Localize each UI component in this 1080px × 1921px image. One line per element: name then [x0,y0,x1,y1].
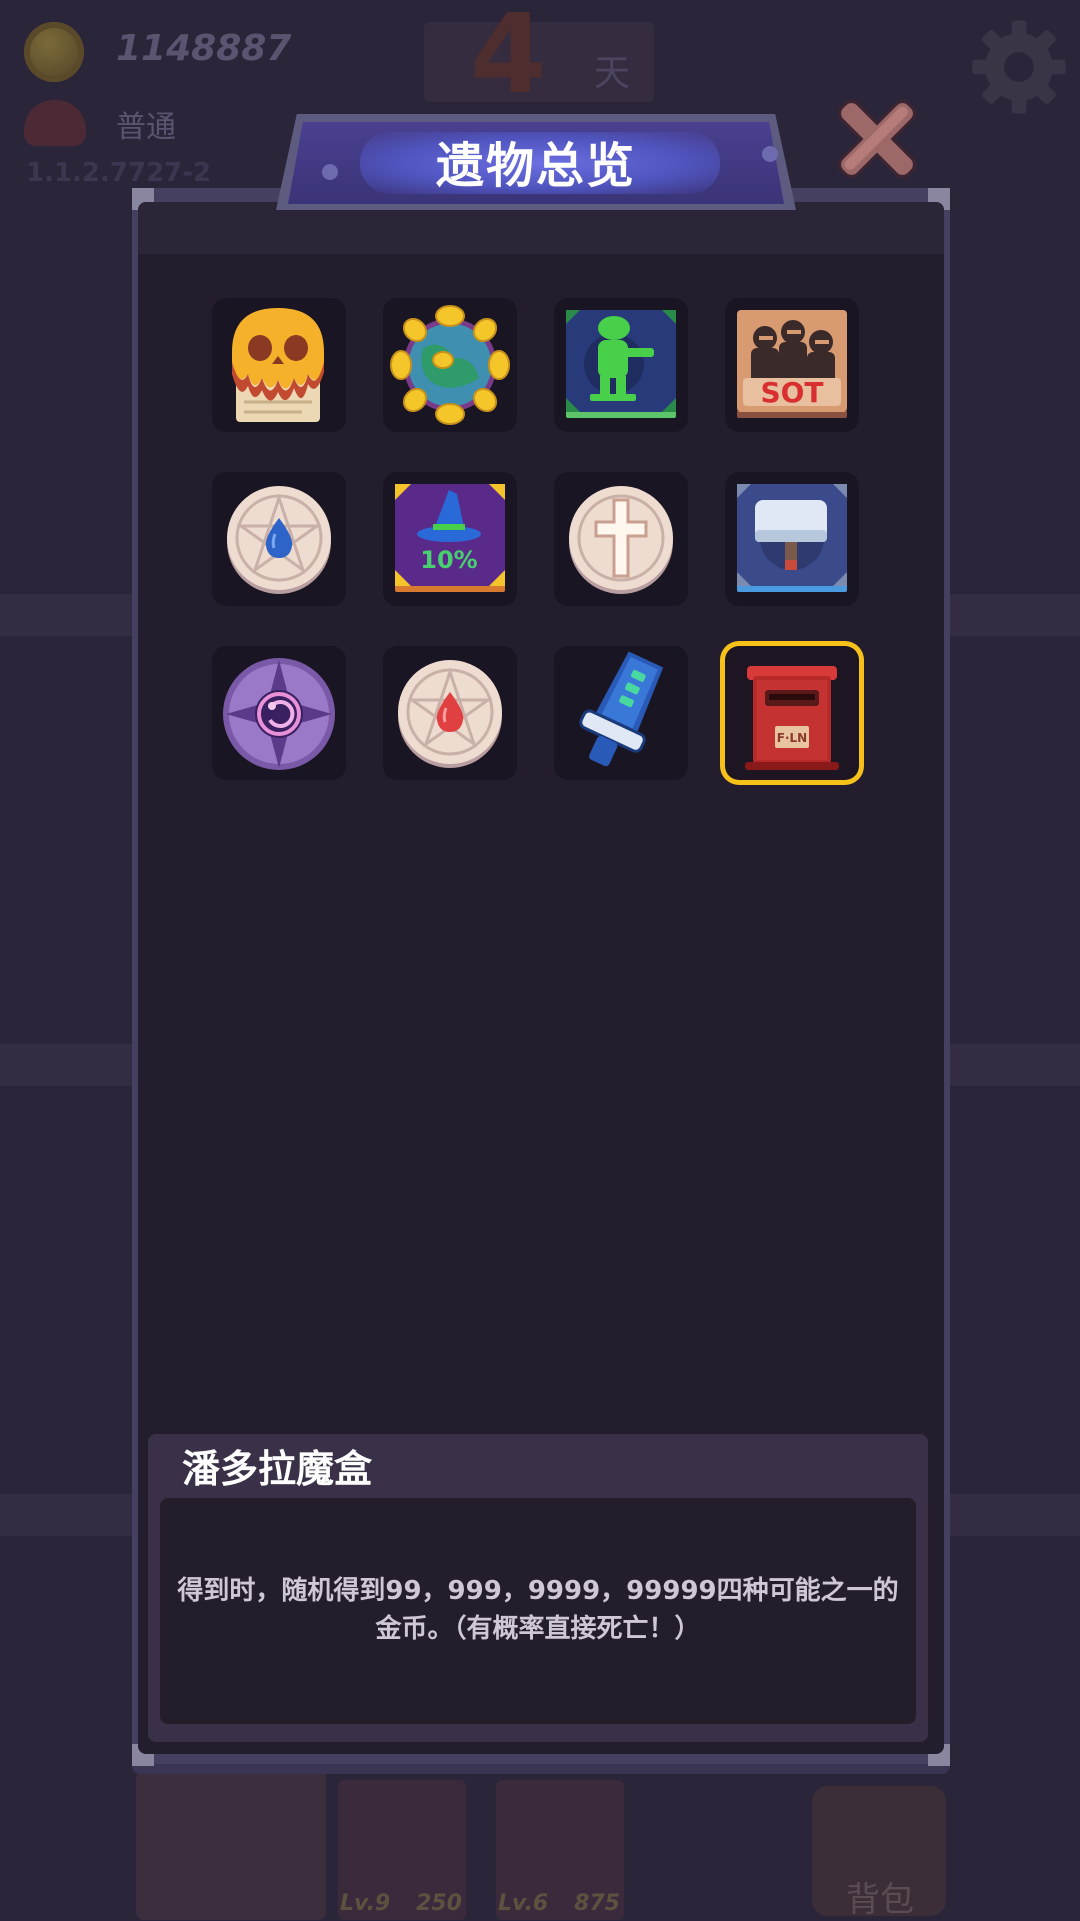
relic-slot-selected[interactable]: F·LN [725,646,859,780]
relic-name: 潘多拉魔盒 [182,1447,373,1491]
coin-icon [24,22,84,82]
relic-slot[interactable] [212,646,346,780]
relic-slot[interactable] [212,472,346,606]
relic-slot[interactable] [554,646,688,780]
purple-eye-compass-icon [223,658,335,770]
relic-slot[interactable] [212,298,346,432]
slot-level: Lv.6 [498,1891,549,1916]
day-unit: 天 [594,53,631,94]
sot-gang-book-icon: SOT [737,310,847,418]
spiky-gem-orb-icon [390,305,510,425]
holy-cross-disc-icon [569,486,673,594]
slot-cost: 875 [574,1891,620,1916]
slot-cost: 250 [416,1891,462,1916]
relic-slot[interactable]: 10% [383,472,517,606]
svg-text:SOT: SOT [760,376,823,409]
dialog-title: 遗物总览 [435,138,636,194]
red-drop-pentagram-disc-icon [398,660,502,768]
hammer-book-icon [737,484,847,592]
difficulty-label: 普通 [116,110,176,145]
version-label: 1.1.2.7727-2 [26,158,212,188]
settings-gear-icon[interactable] [966,14,1072,120]
coin-count: 1148887 [116,28,292,69]
skill-slot[interactable]: Lv.6 875 [496,1780,624,1920]
wizard-hat-book-icon: 10% [395,484,505,592]
relic-slot[interactable] [383,298,517,432]
relic-slot[interactable]: SOT [725,298,859,432]
blue-drop-pentagram-disc-icon [227,486,331,594]
relic-grid: SOT 10% F·LN [212,298,872,788]
close-icon[interactable] [824,86,930,192]
relic-slot[interactable] [383,646,517,780]
relic-slot[interactable] [554,472,688,606]
svg-text:10%: 10% [420,546,477,574]
hero-portrait[interactable] [136,1770,326,1920]
melting-skull-scroll-icon [232,308,324,422]
day-number: 4 [470,0,547,118]
slot-level: Lv.9 [340,1891,391,1916]
skill-slot[interactable]: Lv.9 250 [338,1780,466,1920]
blue-sword-hilt-icon [579,651,664,767]
relic-slot[interactable] [725,472,859,606]
backpack-label: 背包 [846,1880,914,1920]
relic-description: 得到时，随机得到99，999，9999，99999四种可能之一的金币。（有概率直… [177,1576,899,1644]
svg-text:F·LN: F·LN [777,731,807,745]
red-mailbox-icon: F·LN [745,666,839,770]
relic-slot[interactable] [554,298,688,432]
green-soldier-book-icon [566,310,676,418]
